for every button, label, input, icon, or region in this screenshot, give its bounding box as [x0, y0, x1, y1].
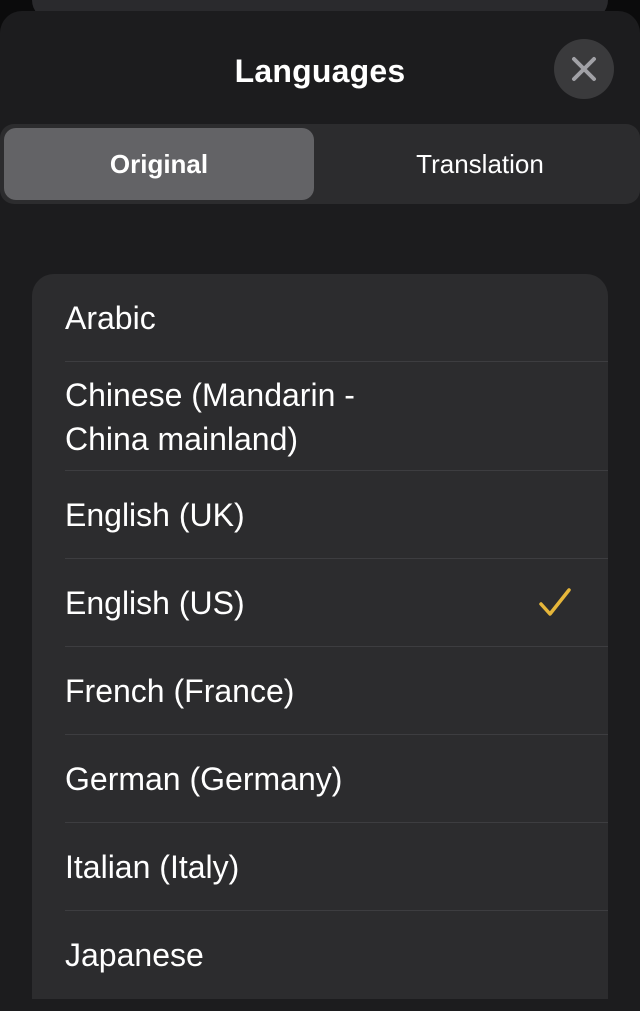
- language-label: English (UK): [65, 497, 245, 533]
- tab-translation[interactable]: Translation: [325, 128, 635, 200]
- language-label: German (Germany): [65, 761, 343, 797]
- language-label: English (US): [65, 585, 245, 621]
- list-item-german-germany[interactable]: German (Germany): [32, 735, 608, 823]
- close-icon: [572, 57, 596, 81]
- language-label: Arabic: [65, 300, 156, 336]
- language-label: Italian (Italy): [65, 849, 240, 885]
- list-item-english-us[interactable]: English (US): [32, 559, 608, 647]
- list-item-english-uk[interactable]: English (UK): [32, 471, 608, 559]
- list-item-japanese[interactable]: Japanese: [32, 911, 608, 999]
- language-label: Japanese: [65, 937, 204, 973]
- language-mode-segmented-control: Original Translation: [0, 124, 640, 204]
- list-item-french-france[interactable]: French (France): [32, 647, 608, 735]
- close-button[interactable]: [554, 39, 614, 99]
- list-item-arabic[interactable]: Arabic: [32, 274, 608, 362]
- language-list: Arabic Chinese (Mandarin - China mainlan…: [32, 274, 608, 999]
- language-label: French (France): [65, 673, 295, 709]
- language-label: Chinese (Mandarin - China mainland): [65, 376, 355, 457]
- tab-original[interactable]: Original: [4, 128, 314, 200]
- sheet-title: Languages: [234, 53, 406, 89]
- list-item-chinese-mandarin[interactable]: Chinese (Mandarin - China mainland): [32, 362, 608, 471]
- languages-sheet: Languages Original Translation Arabic Ch…: [0, 11, 640, 1011]
- list-item-italian-italy[interactable]: Italian (Italy): [32, 823, 608, 911]
- checkmark-icon: [539, 588, 571, 616]
